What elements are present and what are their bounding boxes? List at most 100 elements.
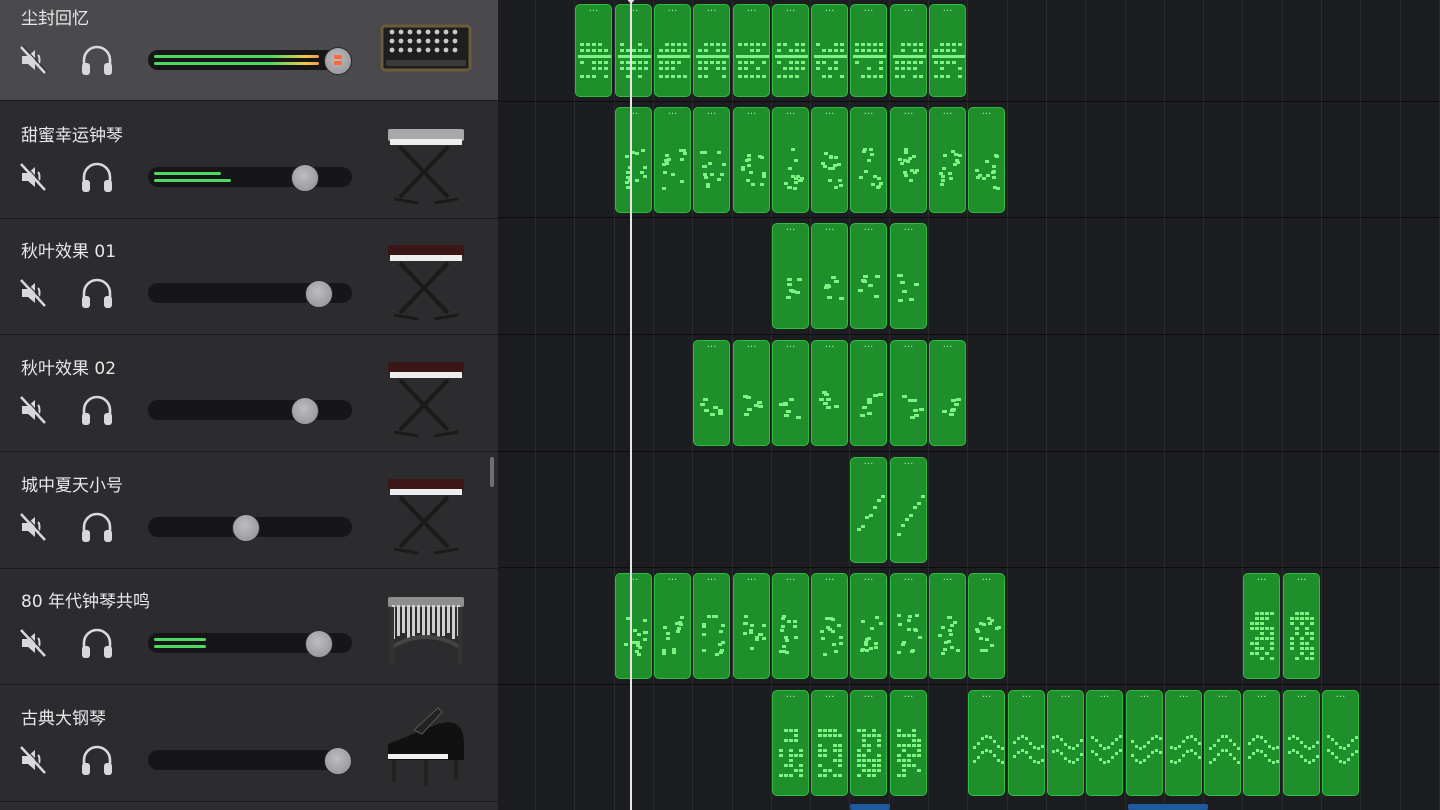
volume-slider[interactable] [148, 50, 352, 70]
midi-region[interactable]: ··· [968, 107, 1005, 213]
midi-region[interactable]: ··· [890, 690, 927, 796]
midi-region[interactable]: ··· [968, 573, 1005, 679]
volume-slider[interactable] [148, 400, 352, 420]
midi-region[interactable]: ··· [890, 340, 927, 446]
synth-keyboard-stand-icon[interactable] [378, 461, 474, 559]
midi-region[interactable]: ··· [811, 690, 848, 796]
volume-knob[interactable] [232, 514, 260, 542]
solo-button[interactable] [79, 626, 115, 660]
mute-button[interactable] [16, 43, 50, 77]
midi-region[interactable]: ··· [615, 573, 652, 679]
midi-region[interactable]: ··· [850, 457, 887, 563]
tracks-timeline[interactable]: ··· ··· ··· ··· ··· ··· ··· ··· ··· ··· ··· ··· ··· ·… [498, 0, 1440, 810]
midi-region[interactable]: ··· [850, 573, 887, 679]
midi-region[interactable]: ··· [733, 340, 770, 446]
solo-button[interactable] [79, 393, 115, 427]
midi-region[interactable]: ··· [811, 573, 848, 679]
mute-button[interactable] [16, 510, 50, 544]
midi-region[interactable]: ··· [654, 4, 691, 97]
volume-slider[interactable] [148, 167, 352, 187]
midi-region[interactable]: ··· [733, 573, 770, 679]
track-list-scroll-handle[interactable] [490, 457, 494, 487]
midi-region[interactable]: ··· [693, 340, 730, 446]
midi-region[interactable]: ··· [575, 4, 612, 97]
grand-piano-icon[interactable] [378, 694, 474, 792]
midi-region[interactable]: ··· [772, 223, 809, 329]
midi-region[interactable]: ··· [811, 223, 848, 329]
midi-region[interactable]: ··· [693, 573, 730, 679]
track-header[interactable]: 古典大钢琴 [0, 686, 498, 802]
electronic-keyboard-stand-icon[interactable] [378, 111, 474, 209]
solo-button[interactable] [79, 160, 115, 194]
synth-keyboard-stand-icon[interactable] [378, 344, 474, 442]
midi-region[interactable]: ··· [1047, 690, 1084, 796]
volume-knob[interactable] [305, 280, 333, 308]
mute-button[interactable] [16, 626, 50, 660]
midi-region[interactable]: ··· [811, 107, 848, 213]
midi-region[interactable]: ··· [929, 107, 966, 213]
volume-knob[interactable] [324, 747, 352, 775]
midi-region[interactable]: ··· [890, 573, 927, 679]
track-header[interactable]: 秋叶效果 01 [0, 219, 498, 335]
midi-region[interactable]: ··· [772, 690, 809, 796]
midi-region[interactable]: ··· [850, 690, 887, 796]
midi-region[interactable]: ··· [1283, 690, 1320, 796]
midi-region[interactable]: ··· [929, 4, 966, 97]
midi-region[interactable]: ··· [693, 107, 730, 213]
volume-knob[interactable] [291, 164, 319, 192]
volume-slider[interactable] [148, 750, 352, 770]
midi-region[interactable]: ··· [850, 107, 887, 213]
midi-region[interactable]: ··· [733, 107, 770, 213]
synth-keyboard-stand-icon[interactable] [378, 227, 474, 325]
midi-region[interactable]: ··· [654, 573, 691, 679]
midi-region[interactable]: ··· [890, 107, 927, 213]
midi-region[interactable]: ··· [890, 223, 927, 329]
midi-region[interactable]: ··· [654, 107, 691, 213]
midi-region[interactable]: ··· [1322, 690, 1359, 796]
midi-region[interactable]: ··· [772, 573, 809, 679]
volume-knob[interactable] [291, 397, 319, 425]
playhead[interactable] [630, 0, 632, 810]
midi-region[interactable]: ··· [1243, 690, 1280, 796]
midi-region[interactable]: ··· [850, 223, 887, 329]
solo-button[interactable] [79, 43, 115, 77]
track-header[interactable]: 80 年代钟琴共鸣 [0, 569, 498, 685]
midi-region[interactable]: ··· [1126, 690, 1163, 796]
midi-region[interactable]: ··· [1243, 573, 1280, 679]
mute-button[interactable] [16, 160, 50, 194]
midi-region[interactable]: ··· [850, 4, 887, 97]
midi-region[interactable]: ··· [811, 340, 848, 446]
solo-button[interactable] [79, 510, 115, 544]
mute-button[interactable] [16, 276, 50, 310]
midi-region[interactable]: ··· [929, 573, 966, 679]
solo-button[interactable] [79, 276, 115, 310]
midi-region[interactable]: ··· [1204, 690, 1241, 796]
mute-button[interactable] [16, 393, 50, 427]
volume-knob[interactable] [324, 47, 352, 75]
midi-region[interactable]: ··· [968, 690, 1005, 796]
midi-region[interactable]: ··· [1165, 690, 1202, 796]
vibraphone-icon[interactable] [378, 577, 474, 675]
midi-region[interactable]: ··· [1008, 690, 1045, 796]
midi-region[interactable]: ··· [890, 457, 927, 563]
midi-region[interactable]: ··· [929, 340, 966, 446]
midi-region[interactable]: ··· [811, 4, 848, 97]
midi-region[interactable]: ··· [615, 107, 652, 213]
midi-region[interactable]: ··· [733, 4, 770, 97]
midi-region[interactable]: ··· [772, 340, 809, 446]
analog-synth-icon[interactable] [378, 2, 474, 100]
midi-region[interactable]: ··· [1086, 690, 1123, 796]
midi-region[interactable]: ··· [772, 107, 809, 213]
midi-region[interactable]: ··· [850, 340, 887, 446]
track-header[interactable]: 城中夏天小号 [0, 453, 498, 569]
track-header[interactable]: 甜蜜幸运钟琴 [0, 103, 498, 219]
midi-region[interactable]: ··· [615, 4, 652, 97]
midi-region[interactable]: ··· [772, 4, 809, 97]
volume-knob[interactable] [305, 630, 333, 658]
midi-region[interactable]: ··· [693, 4, 730, 97]
midi-region[interactable]: ··· [1283, 573, 1320, 679]
midi-region[interactable]: ··· [890, 4, 927, 97]
track-header[interactable]: 尘封回忆 [0, 0, 498, 101]
mute-button[interactable] [16, 743, 50, 777]
solo-button[interactable] [79, 743, 115, 777]
